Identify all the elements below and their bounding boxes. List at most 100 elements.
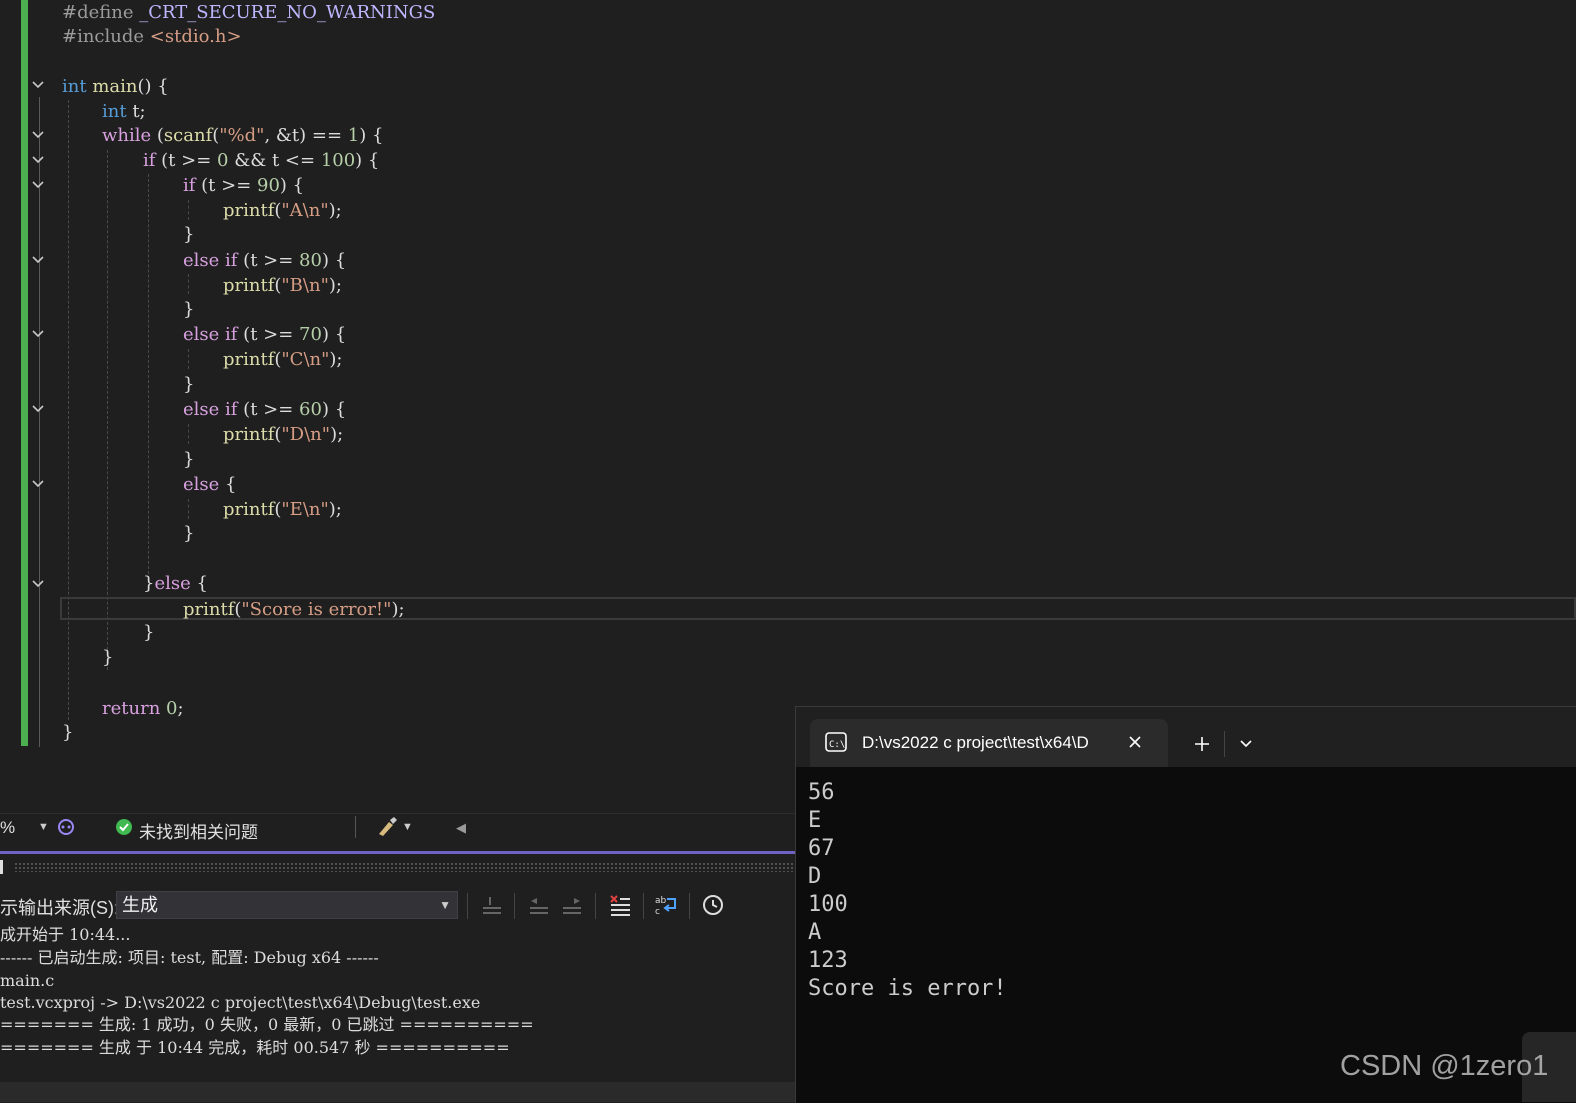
- code-token: }: [183, 449, 195, 470]
- output-source-select[interactable]: 生成 ▼: [116, 891, 458, 919]
- panel-drag-handle[interactable]: [14, 862, 796, 872]
- code-line: #include <stdio.h>: [62, 24, 242, 49]
- code-line: printf("C\n");: [223, 347, 343, 372]
- code-line: }: [183, 222, 194, 247]
- fold-chevron-icon[interactable]: [31, 78, 49, 96]
- code-token: {: [190, 573, 208, 594]
- code-line: printf("E\n");: [223, 497, 342, 522]
- code-token: <stdio.h>: [149, 26, 242, 47]
- code-token: t;: [126, 101, 146, 122]
- code-token: _CRT_SECURE_NO_WARNINGS: [139, 2, 436, 23]
- word-wrap-icon[interactable]: abc: [655, 893, 679, 917]
- code-line: #define _CRT_SECURE_NO_WARNINGS: [62, 0, 435, 25]
- output-line: main.c: [0, 971, 55, 990]
- terminal-window[interactable]: C:\ D:\vs2022 c project\test\x64\D 56 E …: [795, 706, 1576, 1103]
- code-line: }: [183, 297, 194, 322]
- toolbar-divider: [595, 893, 596, 919]
- code-token: 80: [299, 250, 322, 271]
- code-token: ) {: [321, 399, 347, 420]
- issues-status-text[interactable]: 未找到相关问题: [139, 818, 258, 843]
- console-icon: C:\: [825, 732, 847, 752]
- new-tab-plus-icon[interactable]: [1193, 735, 1211, 753]
- terminal-line: 67: [808, 836, 835, 861]
- fold-chevron-icon[interactable]: [31, 128, 49, 146]
- code-token: printf: [223, 499, 275, 520]
- code-token: (t >=: [195, 175, 258, 196]
- code-line: printf("B\n");: [223, 273, 342, 298]
- copilot-icon[interactable]: [56, 817, 76, 842]
- terminal-tab-bar: C:\ D:\vs2022 c project\test\x64\D: [796, 707, 1576, 767]
- code-token: else if: [183, 324, 238, 345]
- clock-icon[interactable]: [701, 893, 725, 917]
- toolbar-divider: [643, 893, 644, 919]
- code-token: );: [328, 200, 342, 221]
- code-token: }: [183, 374, 195, 395]
- code-editor[interactable]: #define _CRT_SECURE_NO_WARNINGS #include…: [0, 0, 1576, 812]
- code-token: ) {: [321, 324, 347, 345]
- cleanup-dropdown-icon[interactable]: ▼: [402, 821, 413, 833]
- code-line: }: [183, 521, 194, 546]
- zoom-level[interactable]: %: [0, 818, 15, 838]
- fold-chevron-icon[interactable]: [31, 477, 49, 495]
- fold-chevron-icon[interactable]: [31, 327, 49, 345]
- code-token: }: [143, 622, 155, 643]
- svg-text:c: c: [655, 907, 660, 917]
- svg-text:C:\: C:\: [829, 740, 845, 750]
- terminal-tab[interactable]: C:\ D:\vs2022 c project\test\x64\D: [810, 719, 1168, 767]
- previous-message-icon[interactable]: [527, 893, 551, 917]
- fold-chevron-icon[interactable]: [31, 178, 49, 196]
- code-token: printf: [223, 424, 275, 445]
- toolbar-divider: [467, 893, 468, 919]
- divider: [355, 816, 356, 838]
- code-line: }: [183, 372, 194, 397]
- code-line: int main() {: [62, 74, 169, 99]
- output-line: ======= 生成: 1 成功，0 失败，0 最新，0 已跳过 =======…: [0, 1015, 534, 1034]
- code-token: (t >=: [237, 324, 300, 345]
- code-token: #define: [62, 2, 134, 23]
- close-icon[interactable]: [1128, 735, 1142, 749]
- code-token: (t >=: [237, 250, 300, 271]
- code-token: }: [183, 224, 195, 245]
- clear-all-icon[interactable]: [608, 893, 632, 917]
- code-cleanup-brush-icon[interactable]: [375, 816, 399, 843]
- code-token: else: [154, 573, 191, 594]
- next-message-icon[interactable]: [560, 893, 584, 917]
- indent-guide: [188, 200, 189, 220]
- code-line: }: [143, 620, 154, 645]
- code-token: , &t) ==: [264, 125, 348, 146]
- fold-chevron-icon[interactable]: [31, 253, 49, 271]
- code-line: else if (t >= 60) {: [183, 397, 346, 422]
- terminal-line: Score is error!: [808, 976, 1007, 1001]
- output-line: ------ 已启动生成: 项目: test, 配置: Debug x64 --…: [0, 948, 379, 967]
- scroll-left-icon[interactable]: ◀: [456, 820, 466, 836]
- code-token: ;: [177, 698, 184, 719]
- code-token: {: [219, 474, 237, 495]
- code-token: );: [328, 499, 342, 520]
- chevron-down-icon[interactable]: [1239, 737, 1253, 751]
- output-line: test.vcxproj -> D:\vs2022 c project\test…: [0, 993, 481, 1012]
- code-token: return: [102, 698, 161, 719]
- find-message-icon[interactable]: [480, 893, 504, 917]
- fold-chevron-icon[interactable]: [31, 402, 49, 420]
- fold-chevron-icon[interactable]: [31, 577, 49, 595]
- code-token: "B\n": [281, 275, 329, 296]
- code-token: 90: [257, 175, 280, 196]
- code-line: if (t >= 90) {: [183, 173, 304, 198]
- output-source-label: 示输出来源(S):: [0, 898, 119, 918]
- code-token: else if: [183, 250, 238, 271]
- output-source-value: 生成: [122, 895, 158, 915]
- watermark: CSDN @1zero1: [1340, 1050, 1549, 1082]
- toolbar-divider: [514, 893, 515, 919]
- output-line: 成开始于 10:44...: [0, 925, 131, 944]
- code-token: }: [62, 722, 74, 743]
- fold-chevron-icon[interactable]: [31, 153, 49, 171]
- code-token: );: [391, 599, 405, 620]
- editor-status-bar: % ▼ 未找到相关问题 ▼ ◀: [0, 813, 796, 842]
- terminal-line: 123: [808, 948, 848, 973]
- code-token: 70: [299, 324, 322, 345]
- code-line: printf("D\n");: [223, 422, 343, 447]
- zoom-dropdown-icon[interactable]: ▼: [38, 821, 49, 833]
- output-panel: 示输出来源(S): 生成 ▼ ab c 成开始于 10:44... ------ …: [0, 875, 796, 1102]
- code-token: while: [102, 125, 152, 146]
- output-horizontal-scrollbar[interactable]: [0, 1082, 796, 1102]
